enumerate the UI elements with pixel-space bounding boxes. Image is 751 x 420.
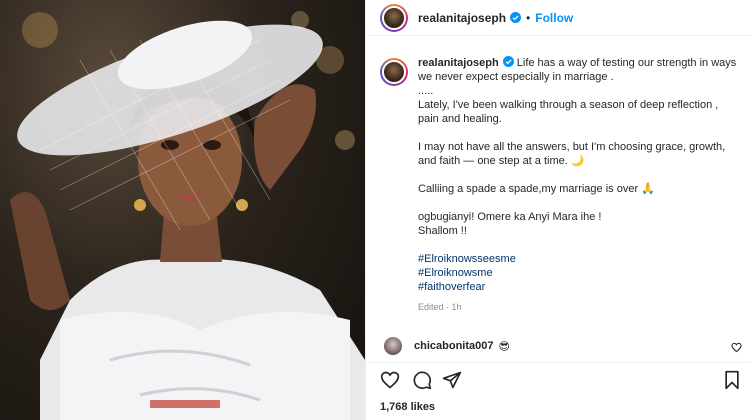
photo-illustration: [10, 11, 365, 420]
caption-paragraph: Shallom !!: [418, 225, 467, 237]
caption-username[interactable]: realanitajoseph: [418, 57, 499, 69]
heart-icon[interactable]: [731, 342, 742, 353]
verified-icon: [510, 12, 522, 23]
share-icon[interactable]: [442, 370, 462, 390]
post-photo[interactable]: [0, 0, 365, 420]
caption-avatar[interactable]: [380, 58, 408, 86]
caption-paragraph: ogbugianyi! Omere ka Anyi Mara ihe !: [418, 211, 602, 223]
hashtag-link[interactable]: #faithoverfear: [418, 280, 742, 294]
hashtag-link[interactable]: #Elroiknowsseesme: [418, 252, 742, 266]
edited-timestamp: Edited · 1h: [418, 302, 462, 312]
caption: realanitajoseph Life has a way of testin…: [380, 56, 742, 314]
commenter-avatar[interactable]: [384, 337, 402, 355]
post-header: realanitajoseph • Follow: [366, 0, 751, 36]
comment-text: 😎: [498, 340, 510, 353]
post-side-panel: realanitajoseph • Follow realanitajoseph…: [365, 0, 751, 420]
commenter-username[interactable]: chicabonita007: [414, 340, 493, 352]
verified-icon: [502, 56, 514, 67]
heart-icon[interactable]: [380, 370, 400, 390]
caption-paragraph: Lately, I've been walking through a seas…: [418, 99, 719, 125]
caption-paragraph: I may not have all the answers, but I'm …: [418, 141, 726, 167]
bookmark-icon[interactable]: [722, 370, 742, 390]
separator-dot: •: [526, 10, 531, 25]
likes-count[interactable]: 1,768 likes: [380, 401, 435, 413]
hashtag-link[interactable]: #Elroiknowsme: [418, 266, 742, 280]
follow-button[interactable]: Follow: [535, 11, 573, 25]
action-bar: [366, 362, 751, 394]
caption-paragraph: Calliing a spade a spade,my marriage is …: [418, 183, 655, 195]
author-avatar[interactable]: [380, 3, 408, 32]
comment-icon[interactable]: [412, 370, 432, 390]
author-username[interactable]: realanitajoseph: [418, 11, 506, 25]
comment-row: chicabonita007 😎: [384, 335, 744, 357]
instagram-post: realanitajoseph • Follow realanitajoseph…: [0, 0, 751, 420]
caption-paragraph: .....: [418, 85, 434, 97]
caption-first-line: realanitajoseph Life has a way of testin…: [418, 56, 742, 84]
caption-body: realanitajoseph Life has a way of testin…: [418, 56, 742, 314]
